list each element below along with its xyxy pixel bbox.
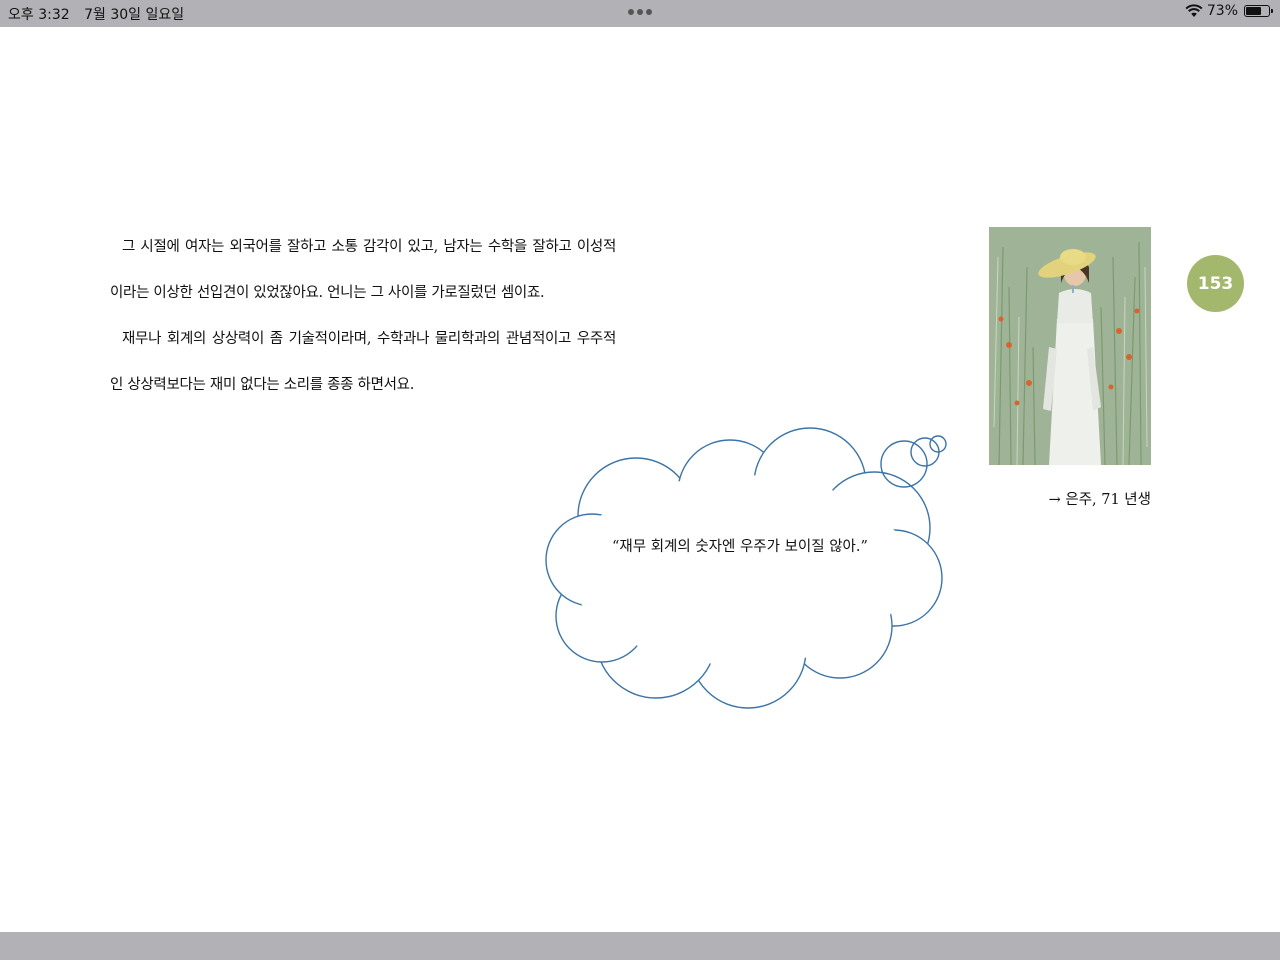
thought-bubble <box>545 427 947 709</box>
bottom-bar <box>0 932 1280 960</box>
status-left: 오후 3:32 7월 30일 일요일 <box>8 4 194 24</box>
wifi-icon <box>1185 4 1203 17</box>
status-time: 오후 3:32 <box>8 7 70 23</box>
battery-percent: 73% <box>1206 3 1238 19</box>
battery-fill <box>1246 7 1262 15</box>
body-text: 그 시절에 여자는 외국어를 잘하고 소통 감각이 있고, 남자는 수학을 잘하… <box>110 224 616 408</box>
caption: → 은주, 71 년생 <box>1048 492 1151 508</box>
paragraph-2: 재무나 회계의 상상력이 좀 기술적이라며, 수학과나 물리학과의 관념적이고 … <box>110 331 616 393</box>
multitasking-dots-icon[interactable] <box>628 9 652 15</box>
status-bar: 오후 3:32 7월 30일 일요일 73% <box>0 0 1280 27</box>
status-right: 73% <box>1185 3 1273 19</box>
thought-bubble-quote: “재무 회계의 숫자엔 우주가 보이질 않아.” <box>612 539 868 555</box>
battery-icon <box>1244 5 1273 17</box>
status-date: 7월 30일 일요일 <box>84 7 185 23</box>
paragraph-1: 그 시절에 여자는 외국어를 잘하고 소통 감각이 있고, 남자는 수학을 잘하… <box>110 239 616 301</box>
painting-image <box>989 227 1151 465</box>
page-number-badge: 153 <box>1187 255 1244 312</box>
